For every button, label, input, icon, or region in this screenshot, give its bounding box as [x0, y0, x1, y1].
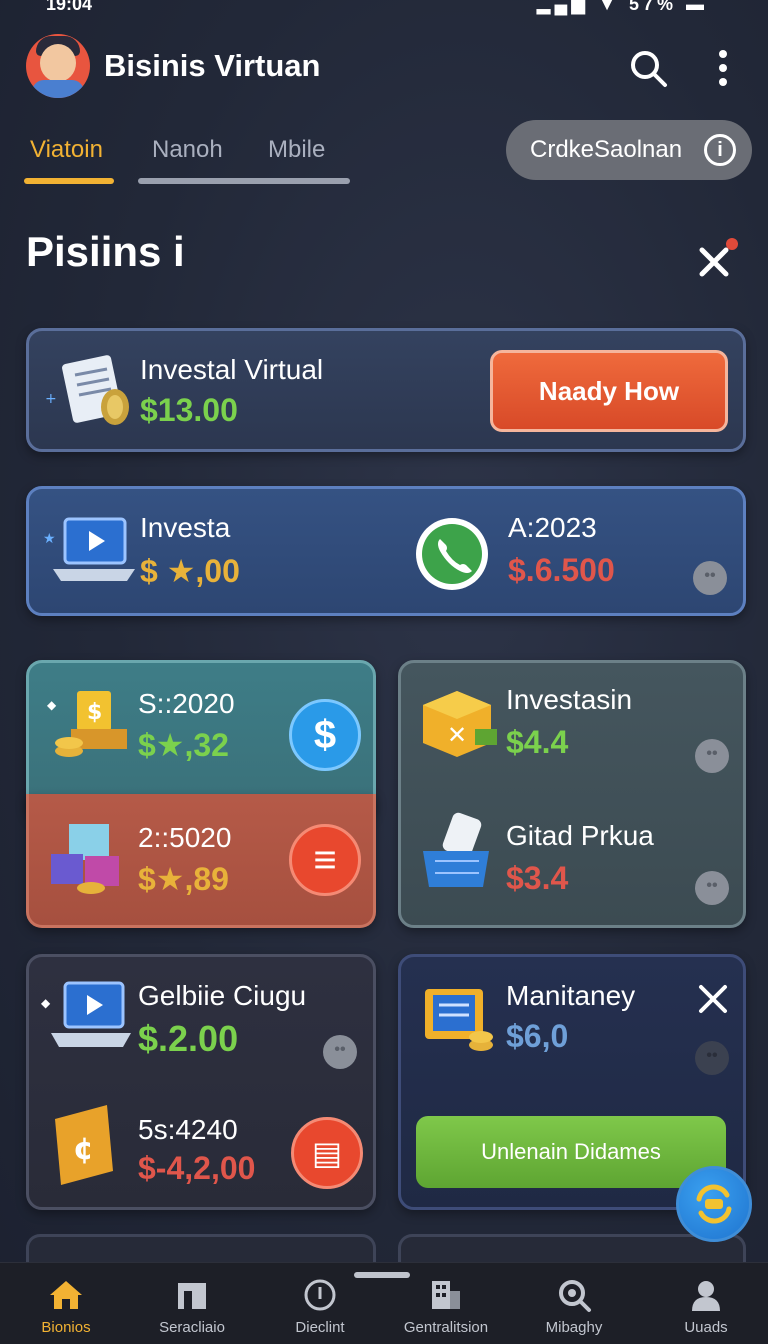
coins-stack-icon: $ ◆ — [47, 691, 127, 757]
app-title: Bisinis Virtuan — [104, 48, 321, 83]
filter-pill-label: CrdkeSaolnan — [530, 136, 683, 163]
card-label: Gelbiie Ciugu — [138, 980, 307, 1011]
card-label: Investa — [140, 512, 231, 543]
card-amount: $ ★,00 — [140, 553, 240, 589]
close-icon[interactable] — [698, 238, 738, 278]
nav-label: Uuads — [684, 1319, 728, 1336]
svg-text:✕: ✕ — [447, 721, 467, 749]
store-icon — [178, 1283, 206, 1309]
package-box-icon: ✕ — [423, 691, 497, 757]
tab-mbile[interactable]: Mbile — [268, 136, 325, 164]
filter-pill[interactable]: CrdkeSaolnan i — [506, 120, 752, 180]
drag-handle[interactable] — [354, 1272, 410, 1278]
tab-indicator — [138, 178, 350, 184]
more-dots-icon[interactable]: •• — [695, 1041, 729, 1075]
nav-item-profile[interactable]: Uuads — [646, 1263, 766, 1344]
card-label: Investal Virtual — [140, 354, 324, 385]
card-label: Investasin — [506, 684, 633, 715]
nav-label: Dieclint — [295, 1319, 345, 1336]
computer-icon: ◆ — [41, 981, 131, 1047]
cubes-icon — [51, 824, 119, 894]
magnifier-icon — [559, 1280, 591, 1312]
nav-label: Seracliaio — [159, 1319, 225, 1336]
nav-item-search[interactable]: Mibaghy — [514, 1263, 634, 1344]
refresh-chat-icon — [696, 1184, 732, 1224]
battery-level: 57% — [628, 0, 677, 14]
wifi-icon: ▼ — [598, 0, 620, 14]
card-amount-negative: $.6.500 — [508, 552, 615, 588]
nav-item-home[interactable]: Bionios — [6, 1263, 126, 1344]
info-icon[interactable]: i — [704, 134, 736, 166]
card-amount: $★,32 — [138, 727, 229, 763]
more-dots-icon[interactable]: •• — [695, 739, 729, 773]
card-amount: $13.00 — [140, 392, 238, 428]
status-time: 19:04 — [46, 0, 93, 14]
tab-viatoin[interactable]: Viatoin — [30, 136, 103, 164]
ready-now-button[interactable]: Naady How — [490, 350, 728, 432]
more-dots-icon[interactable]: •• — [695, 871, 729, 905]
dashboard-screen-icon — [425, 989, 493, 1051]
search-icon[interactable] — [628, 48, 668, 88]
battery-icon: ▬ — [686, 0, 708, 14]
card-date: A:2023 — [508, 512, 597, 543]
card-label: Manitaney — [506, 980, 636, 1011]
card-amount: $4.4 — [506, 724, 569, 760]
laptop-icon: ★ — [43, 517, 135, 581]
card-amount: $6,0 — [506, 1018, 569, 1054]
coin-card-icon: ¢ — [55, 1105, 113, 1185]
tab-nanoh[interactable]: Nanoh — [152, 136, 223, 164]
svg-text:¢: ¢ — [73, 1132, 94, 1167]
more-options-icon[interactable] — [710, 46, 736, 90]
tab-indicator-active — [24, 178, 114, 184]
card-label: S::2020 — [138, 688, 235, 719]
app-bar: Bisinis Virtuan — [0, 26, 768, 106]
list-menu-icon[interactable]: ≡ — [289, 824, 361, 896]
home-icon — [50, 1281, 82, 1309]
nav-label: Gentralitsion — [403, 1319, 489, 1336]
compass-icon — [304, 1279, 336, 1311]
card-label: 5s:4240 — [138, 1114, 238, 1145]
svg-text:◆: ◆ — [47, 698, 57, 712]
card-amount-negative: $3.4 — [506, 860, 569, 896]
svg-text:◆: ◆ — [41, 996, 51, 1010]
more-dots-icon[interactable]: •• — [693, 561, 727, 595]
status-bar: 19:04 ▂▄▆ ▼ 57% ▬ — [0, 0, 768, 20]
card-label: 2::5020 — [138, 822, 232, 853]
section-title: Pisiins i — [26, 228, 185, 275]
svg-text:★: ★ — [43, 531, 56, 547]
dollar-icon[interactable]: $ — [289, 699, 361, 771]
signal-icon: ▂▄▆ — [536, 0, 590, 14]
card-label: Gitad Prkua — [506, 820, 654, 851]
card-amount: $★,89 — [138, 861, 229, 897]
document-coin-icon: + — [45, 355, 129, 425]
more-dots-icon[interactable]: •• — [323, 1035, 357, 1069]
avatar[interactable] — [26, 34, 90, 98]
nav-item-store[interactable]: Seracliaio — [132, 1263, 252, 1344]
svg-text:$: $ — [87, 700, 102, 725]
basket-icon — [423, 812, 489, 887]
ledger-icon[interactable]: ▤ — [291, 1117, 363, 1189]
status-icons: ▂▄▆ ▼ 57% ▬ — [537, 0, 708, 15]
building-icon — [432, 1281, 460, 1309]
phone-call-icon[interactable] — [413, 515, 491, 593]
card-amount: $.2.00 — [138, 1018, 239, 1059]
close-icon[interactable] — [697, 983, 729, 1015]
nav-label: Bionios — [41, 1319, 91, 1336]
nav-label: Mibaghy — [545, 1319, 603, 1336]
investment-card-laptop[interactable]: ★ •• — [26, 486, 746, 616]
card-amount-negative: $-4,2,00 — [138, 1150, 256, 1186]
user-icon — [692, 1281, 720, 1311]
chat-fab-button[interactable] — [676, 1166, 752, 1242]
svg-text:+: + — [45, 391, 57, 407]
